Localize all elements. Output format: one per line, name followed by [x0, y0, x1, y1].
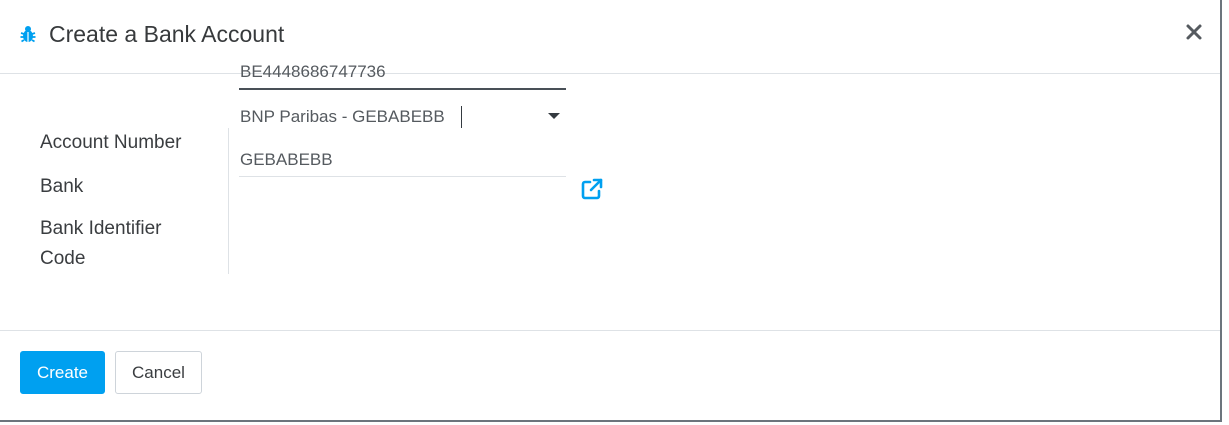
- cancel-button[interactable]: Cancel: [115, 351, 202, 394]
- dialog-body: Account Number Bank Bank Identifier Code: [0, 74, 1220, 330]
- close-icon[interactable]: [1182, 20, 1206, 44]
- account-number-label: Account Number: [40, 132, 182, 153]
- external-link-icon[interactable]: [580, 177, 604, 201]
- bank-label: Bank: [40, 176, 84, 197]
- dialog-title: Create a Bank Account: [49, 21, 285, 47]
- dialog-footer: Create Cancel: [0, 330, 1220, 423]
- bic-label: Bank Identifier Code: [40, 218, 162, 269]
- caret-down-icon[interactable]: [548, 113, 560, 119]
- bic-field[interactable]: [239, 143, 566, 177]
- bic-input[interactable]: [239, 143, 566, 176]
- create-bank-account-dialog: Create a Bank Account Account Number Ban…: [0, 0, 1222, 422]
- bank-select[interactable]: [239, 100, 566, 134]
- bug-icon: [20, 26, 36, 43]
- text-cursor: [461, 106, 462, 128]
- create-button[interactable]: Create: [20, 351, 105, 394]
- label-divider: [228, 128, 229, 274]
- account-number-field[interactable]: [239, 56, 566, 90]
- dialog-header: Create a Bank Account: [0, 0, 1220, 74]
- account-number-input[interactable]: [239, 56, 566, 88]
- bank-input[interactable]: [239, 100, 566, 134]
